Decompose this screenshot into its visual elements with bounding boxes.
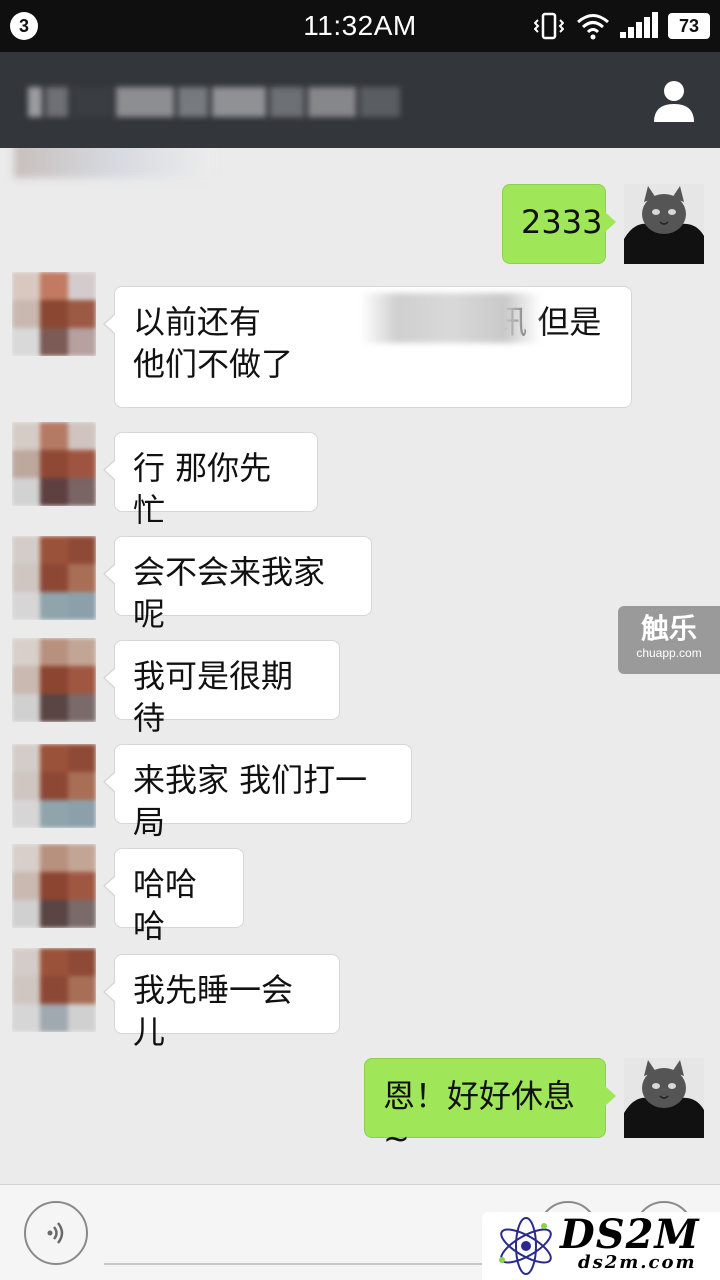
status-clock: 11:32AM — [303, 10, 417, 41]
message-bubble-sent[interactable]: 恩！好好休息~ — [364, 1058, 616, 1157]
message-input[interactable] — [104, 1263, 524, 1265]
wifi-icon — [577, 14, 609, 40]
contact-name — [0, 52, 1, 53]
watermark-url: chuapp.com — [636, 646, 702, 660]
message-bubble-sent[interactable]: 2333 — [502, 184, 616, 264]
ds2m-url: ds2m.com — [578, 1252, 697, 1273]
avatar-contact[interactable] — [12, 638, 96, 722]
avatar-self[interactable] — [624, 184, 704, 264]
watermark-title: 触乐 — [640, 612, 697, 645]
atom-logo-icon — [499, 1217, 552, 1275]
avatar-contact[interactable] — [12, 536, 96, 620]
avatar-contact[interactable] — [12, 272, 96, 356]
message-text: 哈哈哈 — [133, 865, 198, 945]
message-text: 会不会来我家呢 — [133, 553, 326, 633]
message-text: 恩！好好休息~ — [383, 1077, 576, 1157]
chat-header — [0, 52, 720, 148]
ds2m-title: DS2M — [560, 1211, 700, 1258]
voice-icon[interactable] — [24, 1201, 88, 1265]
message-bubble-received[interactable]: 会不会来我家呢 — [103, 536, 372, 633]
message-bubble-received[interactable]: 我可是很期待 — [103, 640, 340, 737]
contact-name-redacted — [28, 82, 420, 122]
signal-icon — [620, 12, 658, 38]
battery-icon: 73 — [668, 13, 710, 39]
message-text: 行 那你先忙 — [133, 449, 272, 529]
avatar-self[interactable] — [624, 1058, 704, 1138]
message-list[interactable]: 2333 以前还有 讯 但是他们不做了 行 那你先忙 — [0, 148, 720, 1184]
message-text: 我可是很期待 — [133, 657, 294, 737]
avatar-contact[interactable] — [12, 948, 96, 1032]
message-bubble-received[interactable]: 我先睡一会儿 — [103, 954, 340, 1051]
ds2m-watermark: DS2M ds2m.com — [482, 1212, 720, 1280]
status-bar: 3 11:32AM 73 — [0, 0, 720, 52]
scrolled-message-remnant — [14, 148, 214, 178]
message-bubble-received[interactable]: 行 那你先忙 — [103, 432, 318, 529]
message-bubble-received[interactable]: 来我家 我们打一局 — [103, 744, 412, 841]
person-icon[interactable] — [650, 76, 698, 124]
avatar-contact[interactable] — [12, 744, 96, 828]
avatar-contact[interactable] — [12, 422, 96, 506]
vibrate-icon — [534, 12, 564, 40]
chuapp-watermark: 触乐 chuapp.com — [618, 606, 720, 674]
message-text: 我先睡一会儿 — [133, 971, 294, 1051]
message-bubble-received[interactable]: 以前还有 讯 但是他们不做了 — [103, 286, 632, 408]
message-text: 来我家 我们打一局 — [133, 761, 368, 841]
message-bubble-received[interactable]: 哈哈哈 — [103, 848, 244, 945]
avatar-contact[interactable] — [12, 844, 96, 928]
message-text: 2333 — [521, 203, 603, 241]
redacted-text — [361, 293, 541, 343]
